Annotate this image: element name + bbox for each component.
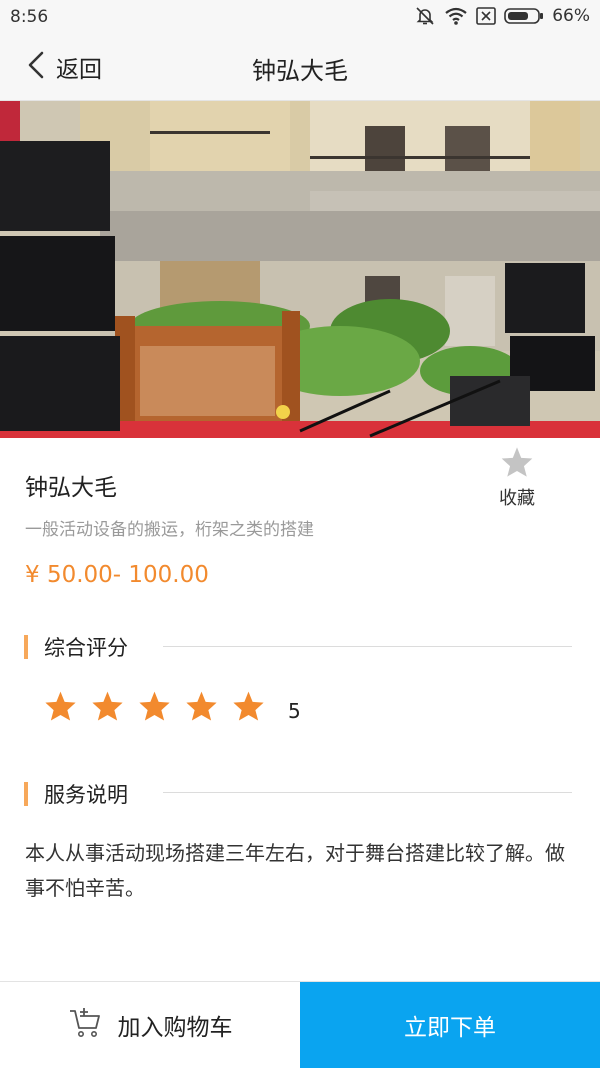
- back-button[interactable]: 返回: [26, 48, 102, 86]
- mute-bell-icon: [414, 5, 436, 27]
- rating-value: 5: [288, 699, 301, 723]
- rating-title: 综合评分: [44, 636, 128, 660]
- description-text: 本人从事活动现场搭建三年左右，对于舞台搭建比较了解。做事不怕辛苦。: [25, 841, 565, 900]
- rating-section: 综合评分: [0, 608, 600, 756]
- section-divider: [163, 792, 572, 793]
- star-filled-icon: [44, 690, 77, 726]
- description-title: 服务说明: [44, 783, 128, 807]
- order-now-label: 立即下单: [404, 1015, 496, 1041]
- star-filled-icon: [138, 690, 171, 726]
- nav-bar: 返回 钟弘大毛: [0, 34, 600, 101]
- bottom-action-bar: 加入购物车 立即下单: [0, 981, 600, 1068]
- status-icons: 66%: [414, 5, 590, 27]
- battery-icon: [504, 7, 544, 25]
- status-bar: 8:56 66%: [0, 0, 600, 34]
- rating-stars: [44, 690, 265, 726]
- chevron-left-icon: [26, 50, 46, 84]
- service-photo[interactable]: [0, 101, 600, 438]
- section-divider: [163, 646, 572, 647]
- back-label: 返回: [56, 57, 102, 83]
- star-filled-icon: [185, 690, 218, 726]
- service-info: 钟弘大毛 收藏 一般活动设备的搬运，桁架之类的搭建 ¥ 50.00- 100.0…: [0, 438, 600, 608]
- star-filled-icon: [232, 690, 265, 726]
- favorite-button[interactable]: 收藏: [492, 446, 542, 510]
- service-title: 钟弘大毛: [25, 475, 117, 501]
- section-accent-bar: [24, 635, 28, 659]
- price-range: ¥ 50.00- 100.00: [25, 562, 209, 588]
- star-outline-icon: [500, 447, 534, 482]
- status-time: 8:56: [10, 7, 49, 27]
- favorite-label: 收藏: [499, 488, 535, 509]
- section-accent-bar: [24, 782, 28, 806]
- description-header: 服务说明: [24, 781, 128, 807]
- add-to-cart-label: 加入购物车: [117, 1015, 233, 1041]
- add-to-cart-button[interactable]: 加入购物车: [0, 982, 300, 1068]
- cart-add-icon: [68, 1007, 104, 1043]
- order-now-button[interactable]: 立即下单: [300, 982, 600, 1068]
- battery-level: 66%: [552, 6, 590, 26]
- service-subtitle: 一般活动设备的搬运，桁架之类的搭建: [25, 520, 314, 540]
- star-filled-icon: [91, 690, 124, 726]
- wifi-icon: [444, 6, 468, 26]
- rating-header: 综合评分: [24, 634, 128, 660]
- no-sim-icon: [476, 7, 497, 25]
